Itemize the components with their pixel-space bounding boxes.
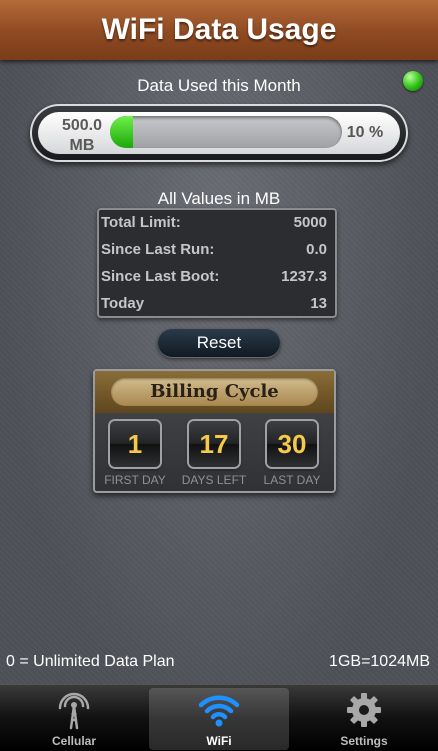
stats-panel: Total Limit: 5000 Since Last Run: 0.0 Si… [97,208,337,318]
stat-label: Today [101,295,145,312]
stat-value: 5000 [293,214,327,231]
stat-label: Since Last Run: [101,241,215,258]
stat-label: Since Last Boot: [101,268,220,285]
used-unit: MB [69,137,95,154]
last-day-flip[interactable]: 30 [267,421,317,467]
usage-percent: 10 % [346,124,384,141]
billing-cycle-panel: Billing Cycle 1 17 30 FIRST DAY DAYS LEF… [93,369,336,493]
gear-icon [347,693,381,727]
unit-conversion-note: 1GB=1024MB [329,653,430,670]
stat-row-since-last-boot: Since Last Boot: 1237.3 [97,263,337,290]
stat-value: 1237.3 [281,268,327,285]
usage-progress-bar [110,116,342,148]
tab-label: WiFi [206,734,232,748]
billing-cycle-title: Billing Cycle [111,378,318,406]
tab-settings[interactable]: Settings [294,688,434,750]
wifi-icon [198,695,240,727]
unlimited-plan-note: 0 = Unlimited Data Plan [6,653,175,670]
stat-row-today: Today 13 [97,290,337,317]
first-day-value: 1 [127,429,143,459]
stat-row-total-limit: Total Limit: 5000 [97,209,337,236]
cellular-tower-icon [58,692,90,730]
first-day-flip[interactable]: 1 [110,421,160,467]
used-amount: 500.0 MB [46,116,118,156]
stats-heading: All Values in MB [157,189,281,208]
tab-label: Cellular [51,734,96,748]
usage-heading: Data Used this Month [137,76,301,95]
days-left-flip: 17 [189,421,239,467]
tab-wifi[interactable]: WiFi [149,688,289,750]
days-left-caption: DAYS LEFT [181,473,247,487]
last-day-caption: LAST DAY [263,473,321,487]
stat-value: 0.0 [306,241,327,258]
title-bar: WiFi Data Usage [0,0,438,60]
reset-button[interactable]: Reset [158,329,280,357]
used-value: 500.0 [61,117,103,134]
tab-bar: Cellular WiFi Settings [0,684,438,751]
stat-row-since-last-run: Since Last Run: 0.0 [97,236,337,263]
tab-cellular[interactable]: Cellular [4,688,144,750]
days-left-value: 17 [199,429,229,459]
stat-value: 13 [310,295,327,312]
last-day-value: 30 [277,429,307,459]
stat-label: Total Limit: [101,214,181,231]
billing-cycle-header: Billing Cycle [95,371,334,413]
first-day-caption: FIRST DAY [104,473,166,487]
page-title: WiFi Data Usage [101,13,337,46]
tab-label: Settings [340,734,388,748]
